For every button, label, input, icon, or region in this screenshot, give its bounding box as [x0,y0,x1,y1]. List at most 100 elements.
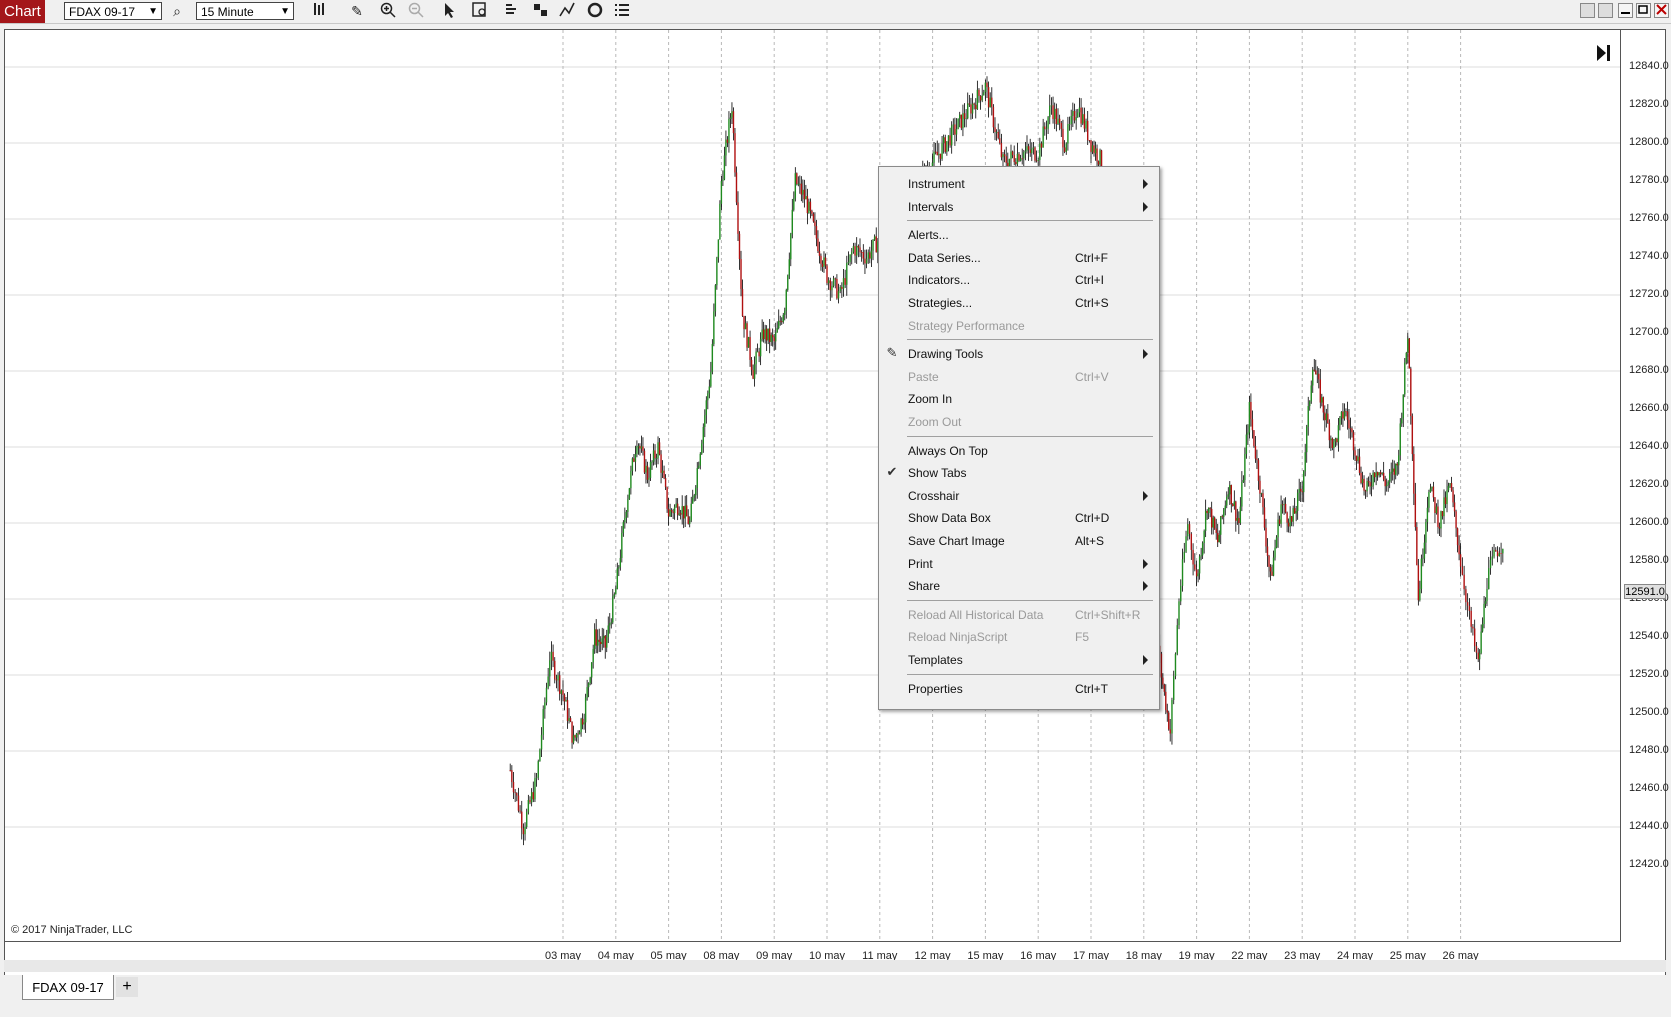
candle-body [827,280,830,284]
candle-body [1096,148,1098,162]
add-tab-button[interactable]: + [116,977,138,997]
close-icon[interactable] [1654,3,1669,18]
jump-to-latest-icon[interactable] [1595,42,1613,70]
menu-item-properties[interactable]: Properties Ctrl+T [879,678,1159,700]
menu-item-strategies[interactable]: Strategies... Ctrl+S [879,292,1159,314]
candle-body [856,245,858,256]
pencil-icon[interactable]: ✎ [347,2,367,21]
minimize-button[interactable] [1618,3,1633,18]
search-icon[interactable]: ⌕ [167,2,187,21]
properties-icon[interactable] [585,2,605,21]
candle-body [1431,486,1433,489]
menu-item-alerts[interactable]: Alerts... [879,224,1159,246]
candle-body [936,151,938,156]
data-box-icon[interactable] [470,2,490,21]
menu-item-intervals[interactable]: Intervals [879,196,1159,218]
menu-item-label: Print [908,556,933,571]
candle-body [1434,497,1436,514]
list-icon[interactable] [612,2,632,21]
menu-item-templates[interactable]: Templates [879,649,1159,671]
candle-body [696,468,698,488]
candle-body [663,470,665,479]
menu-item-drawing-tools[interactable]: ✎ Drawing Tools [879,343,1159,365]
candle-body [817,238,819,252]
interval-selector[interactable]: 15 Minute ▼ [196,2,294,20]
candle-body [947,135,950,142]
menu-item-instrument[interactable]: Instrument [879,173,1159,195]
menu-item-always-on-top[interactable]: Always On Top [879,440,1159,462]
candle-body [1301,491,1303,493]
candle-body [1075,117,1077,121]
tile-window-button-2[interactable] [1598,3,1613,18]
indicators-icon[interactable] [503,2,523,21]
tile-window-button[interactable] [1580,3,1595,18]
candle-body [1304,452,1306,472]
candle-body [967,103,969,119]
candle-body [1366,481,1368,492]
menu-item-crosshair[interactable]: Crosshair [879,485,1159,507]
candle-body [1298,488,1300,493]
candle-body [1160,653,1163,678]
candle-body [1010,151,1012,159]
candle-body [642,446,644,451]
candle-body [559,675,561,694]
candle-body [1003,154,1006,157]
menu-item-indicators[interactable]: Indicators... Ctrl+I [879,269,1159,291]
candle-body [526,811,528,827]
bar-chart-style-icon[interactable] [309,2,329,21]
zoom-in-icon[interactable] [378,2,398,21]
instrument-selector[interactable]: FDAX 09-17 ▼ [64,2,162,20]
strategies-icon[interactable] [531,2,551,21]
candle-body [741,289,744,316]
pointer-icon[interactable] [440,2,460,21]
candle-body [1032,147,1035,149]
menu-item-show-data-box[interactable]: Show Data Box Ctrl+D [879,507,1159,529]
horizontal-scrollbar[interactable] [4,960,1666,972]
candle-body [1078,107,1081,113]
candle-body [1461,566,1464,575]
candle-body [823,257,825,267]
zoom-out-icon[interactable] [406,2,426,21]
candle-body [979,95,982,101]
candle-body [851,251,853,255]
candle-body [1002,154,1004,158]
tab-fdax[interactable]: FDAX 09-17 [22,975,114,1000]
candle-body [1293,508,1296,514]
menu-item-show-tabs[interactable]: ✔ Show Tabs [879,462,1159,484]
candle-body [675,503,677,507]
menu-item-data-series[interactable]: Data Series... Ctrl+F [879,247,1159,269]
price-tick-label: 12740.0 [1629,250,1669,262]
candle-body [1486,589,1488,602]
candle-body [773,337,775,342]
menu-item-print[interactable]: Print [879,553,1159,575]
candle-body [1428,492,1430,508]
candle-body [616,568,619,589]
candle-body [1210,508,1213,528]
menu-item-label: Zoom Out [908,415,962,429]
candle-body [797,183,800,185]
submenu-arrow-icon [1143,655,1148,665]
candle-body [621,532,623,558]
maximize-button[interactable] [1636,3,1651,18]
candle-body [788,259,790,276]
candle-body [1091,145,1094,152]
menu-item-zoom-in[interactable]: Zoom In [879,388,1159,410]
candle-body [1313,369,1315,371]
candle-body [1452,490,1454,503]
menu-item-share[interactable]: Share [879,575,1159,597]
candle-body [600,641,602,645]
candle-body [714,285,717,312]
candle-body [1390,471,1392,474]
price-tick-label: 12460.0 [1629,782,1669,794]
candle-body [1283,503,1285,505]
candle-body [595,629,597,646]
menu-item-save-chart-image[interactable]: Save Chart Image Alt+S [879,530,1159,552]
candle-body [987,87,990,108]
price-chart[interactable] [5,30,1620,941]
price-tick-label: 12760.0 [1629,212,1669,224]
chart-panel[interactable]: 12840.0 12820.0 12800.0 12780.0 12760.0 12740… [4,29,1669,991]
drawing-tools-icon[interactable] [557,2,577,21]
candle-body [545,687,548,703]
candle-body [1165,691,1167,711]
candle-body [1005,156,1007,163]
